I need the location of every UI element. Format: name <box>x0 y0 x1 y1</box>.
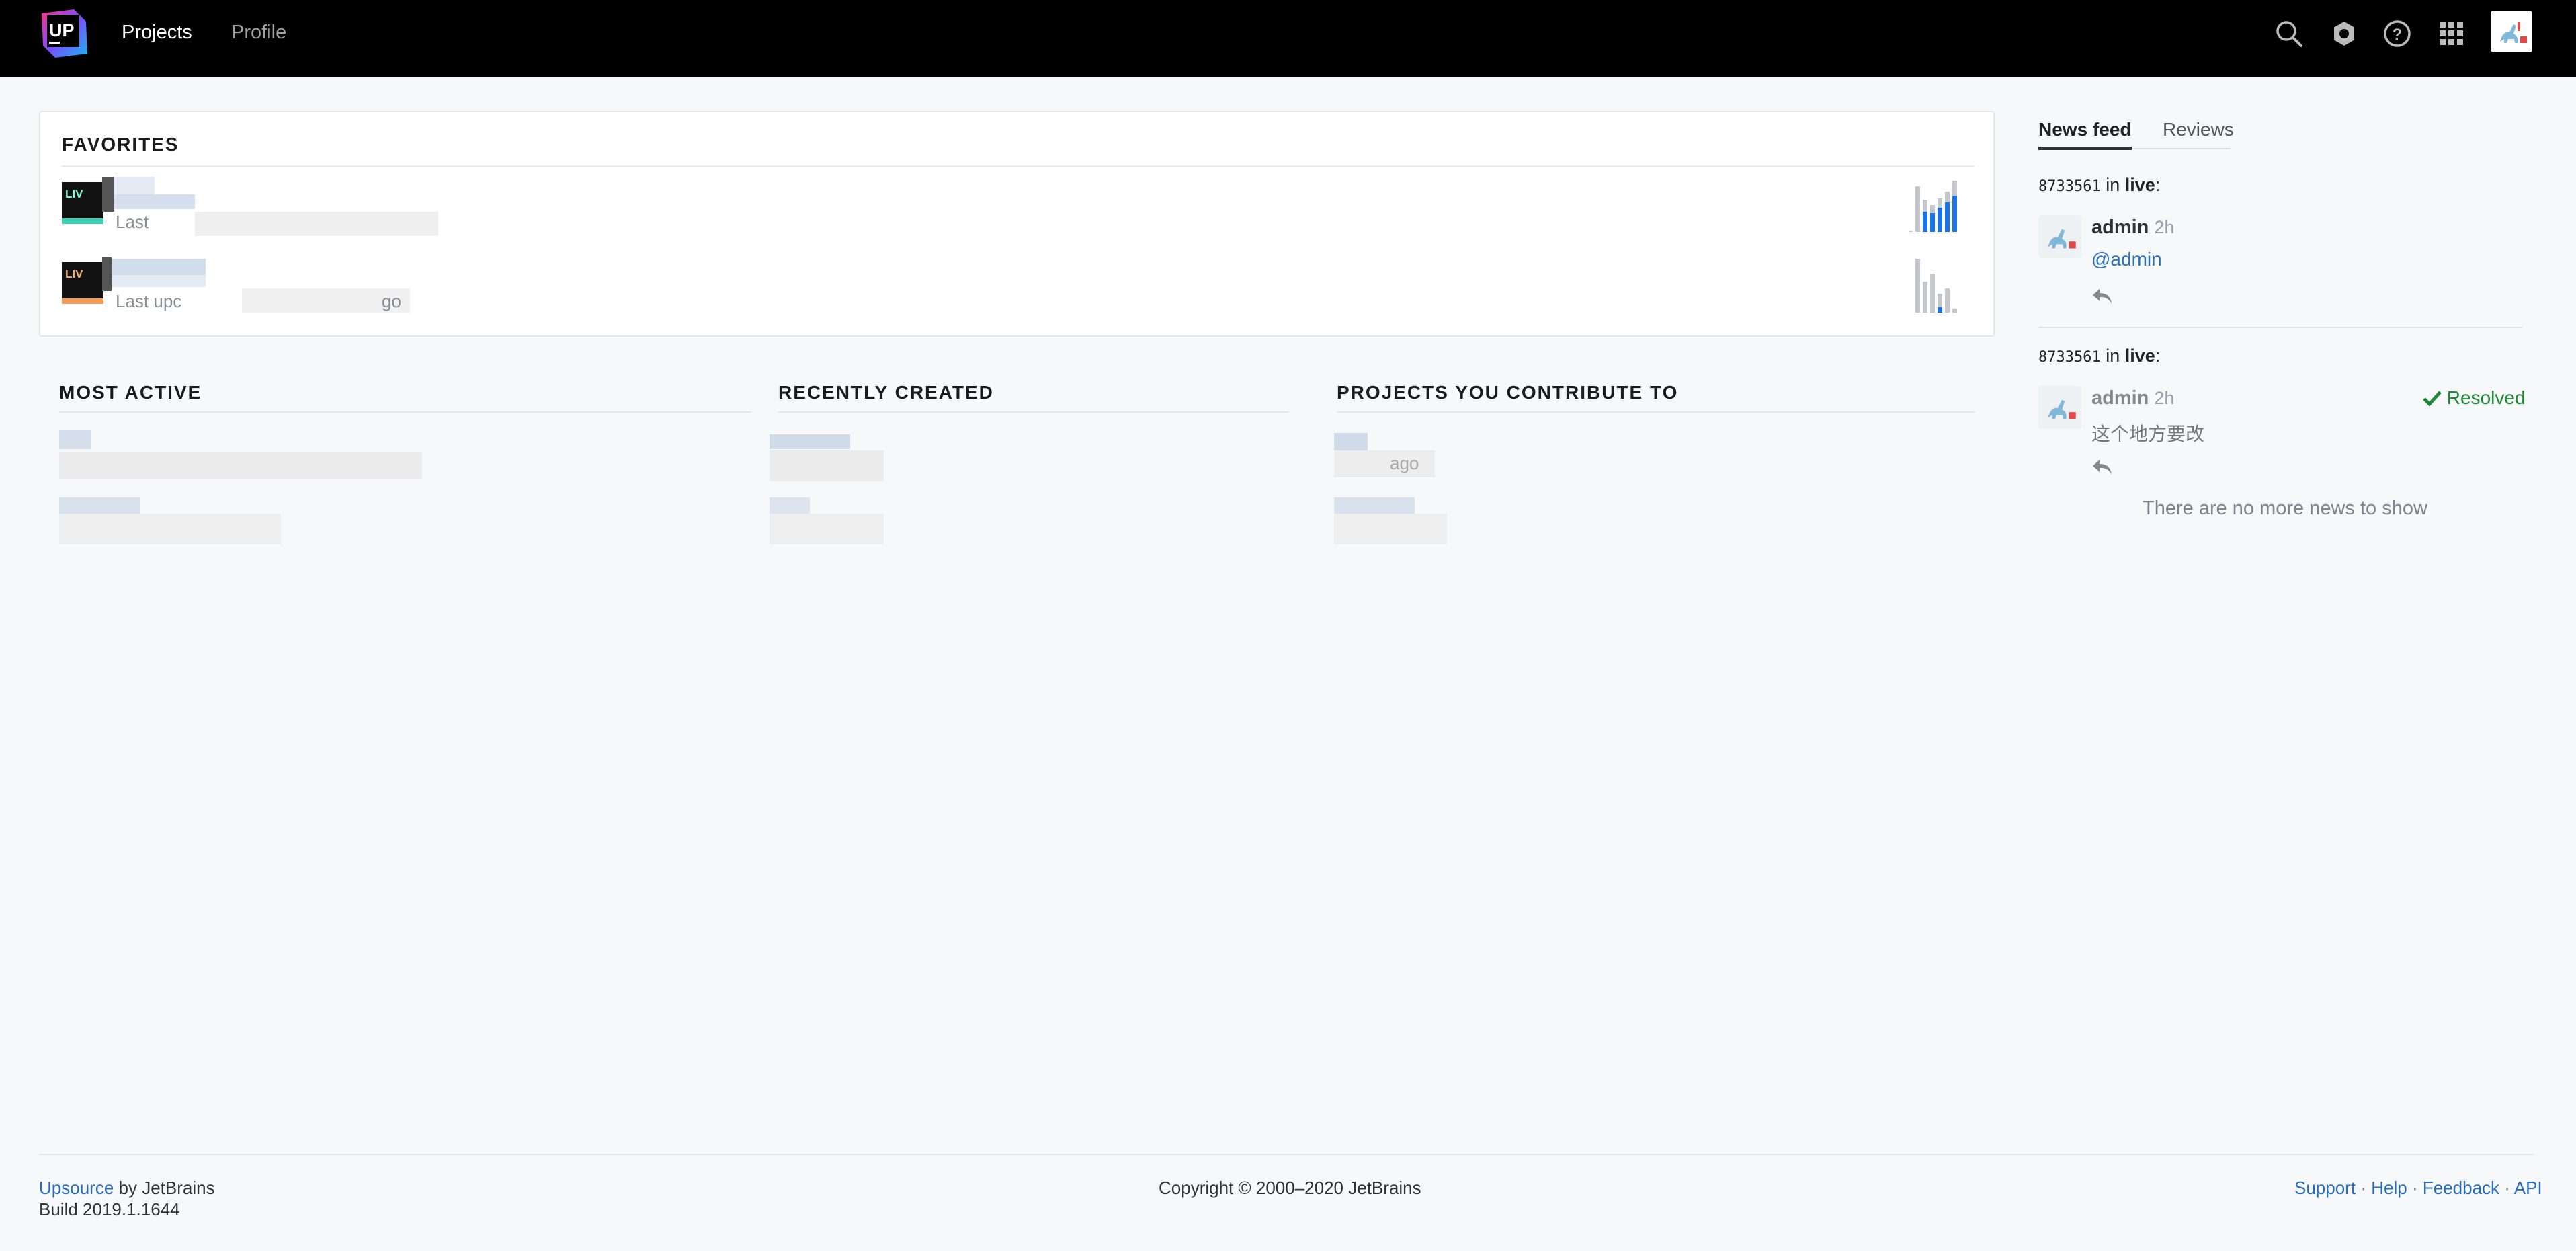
svg-text:UP: UP <box>49 20 75 40</box>
footer-divider <box>39 1154 2534 1155</box>
revision-link[interactable]: 8733561 <box>2038 349 2101 366</box>
comment-time: 2h <box>2154 217 2175 237</box>
list-item[interactable] <box>770 434 850 449</box>
nav-profile[interactable]: Profile <box>231 20 286 44</box>
upsource-logo[interactable]: UP <box>38 7 91 60</box>
divider <box>778 411 1289 413</box>
feedback-link[interactable]: Feedback <box>2423 1178 2499 1198</box>
help-link[interactable]: Help <box>2371 1178 2407 1198</box>
comment-author[interactable]: admin 2h <box>2091 216 2174 239</box>
list-item[interactable] <box>1334 497 1415 514</box>
feed-item-header: 8733561 in live: <box>2038 175 2161 195</box>
list-item[interactable] <box>770 497 810 514</box>
feed-item-header: 8733561 in live: <box>2038 346 2161 366</box>
settings-icon[interactable] <box>2329 19 2359 48</box>
project-icon[interactable]: LIV <box>62 182 103 224</box>
no-more-news: There are no more news to show <box>2143 497 2427 519</box>
divider <box>2038 327 2522 328</box>
search-icon[interactable] <box>2274 19 2304 48</box>
svg-text:?: ? <box>2393 26 2403 44</box>
comment-body: 这个地方要改 <box>2091 423 2205 444</box>
comment-author[interactable]: admin 2h <box>2091 387 2174 409</box>
project-link[interactable]: live <box>2125 346 2155 366</box>
avatar <box>2038 215 2081 258</box>
copyright: Copyright © 2000–2020 JetBrains <box>1159 1178 1421 1198</box>
list-item[interactable] <box>59 497 140 514</box>
project-icon[interactable]: LIV <box>62 262 103 304</box>
nav-projects[interactable]: Projects <box>122 20 192 44</box>
apps-grid-icon[interactable] <box>2437 19 2466 48</box>
contribute-title: PROJECTS YOU CONTRIBUTE TO <box>1337 382 1679 403</box>
upsource-link[interactable]: Upsource <box>39 1178 114 1198</box>
active-tab-indicator <box>2038 147 2132 150</box>
divider <box>62 165 1975 167</box>
build-number: Build 2019.1.1644 <box>39 1199 180 1219</box>
activity-sparkline <box>1915 259 1957 313</box>
activity-sparkline <box>1909 181 1957 232</box>
api-link[interactable]: API <box>2514 1178 2542 1198</box>
help-icon[interactable]: ? <box>2382 19 2412 48</box>
divider <box>1337 411 1975 413</box>
check-icon <box>2423 391 2442 407</box>
recently-created-title: RECENTLY CREATED <box>778 382 994 403</box>
revision-link[interactable]: 8733561 <box>2038 178 2101 195</box>
favorites-panel: FAVORITES LIV Last LIV Last upc go <box>39 111 1995 337</box>
list-item[interactable] <box>1334 433 1368 450</box>
favorites-title: FAVORITES <box>62 134 179 155</box>
reply-icon[interactable] <box>2091 288 2114 305</box>
project-link[interactable]: live <box>2125 175 2155 195</box>
divider <box>59 411 751 413</box>
footer-links: Support · Help · Feedback · API <box>2294 1178 2542 1198</box>
most-active-title: MOST ACTIVE <box>59 382 202 403</box>
top-navigation-bar: UP Projects Profile ? <box>0 0 2576 77</box>
support-link[interactable]: Support <box>2294 1178 2356 1198</box>
tab-reviews[interactable]: Reviews <box>2163 118 2234 141</box>
comment-body[interactable]: @admin <box>2091 249 2162 270</box>
avatar <box>2038 386 2081 429</box>
resolved-status: Resolved <box>2423 387 2526 409</box>
comment-time: 2h <box>2154 388 2175 408</box>
list-item[interactable] <box>59 430 91 449</box>
footer-product: Upsource by JetBrains <box>39 1178 215 1198</box>
reply-icon[interactable] <box>2091 458 2114 476</box>
favorite-last-updated: Last <box>116 212 149 232</box>
user-avatar[interactable] <box>2491 11 2532 52</box>
favorite-last-updated: Last upc <box>116 291 182 311</box>
tab-news-feed[interactable]: News feed <box>2038 118 2132 141</box>
